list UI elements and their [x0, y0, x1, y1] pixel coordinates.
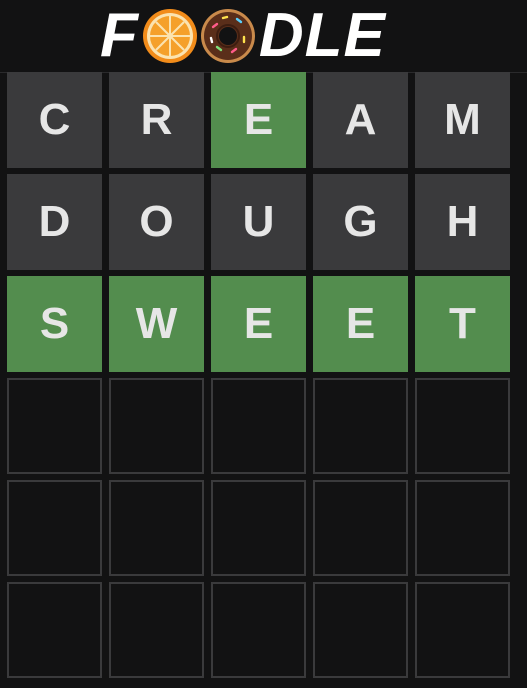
foodle-app: F DLE C R E A M D O U G H S W E E T — [0, 0, 527, 688]
board-row: CREAM — [7, 72, 515, 168]
tile-correct: E — [211, 276, 306, 372]
tile-empty — [211, 480, 306, 576]
tile-absent: G — [313, 174, 408, 270]
tile-empty — [415, 582, 510, 678]
tile-empty — [415, 480, 510, 576]
tile-absent: C — [7, 72, 102, 168]
tile-empty — [7, 378, 102, 474]
tile-empty — [313, 378, 408, 474]
tile-empty — [211, 582, 306, 678]
logo-icons — [141, 7, 257, 65]
tile-absent: A — [313, 72, 408, 168]
board-row — [7, 378, 515, 474]
tile-empty — [415, 378, 510, 474]
tile-empty — [7, 480, 102, 576]
tile-correct: S — [7, 276, 102, 372]
tile-empty — [7, 582, 102, 678]
header: F DLE — [0, 0, 527, 73]
tile-correct: W — [109, 276, 204, 372]
tile-empty — [313, 480, 408, 576]
game-logo: F DLE — [100, 4, 386, 68]
tile-absent: D — [7, 174, 102, 270]
tile-absent: M — [415, 72, 510, 168]
board-row: SWEET — [7, 276, 515, 372]
logo-prefix: F — [100, 1, 139, 70]
tile-absent: U — [211, 174, 306, 270]
tile-empty — [211, 378, 306, 474]
board-row — [7, 480, 515, 576]
tile-empty — [109, 582, 204, 678]
tile-empty — [313, 582, 408, 678]
tile-empty — [109, 480, 204, 576]
tile-correct: E — [211, 72, 306, 168]
tile-empty — [109, 378, 204, 474]
tile-absent: H — [415, 174, 510, 270]
board-row — [7, 582, 515, 678]
donut-icon — [199, 7, 257, 65]
board-row: DOUGH — [7, 174, 515, 270]
orange-slice-icon — [141, 7, 199, 65]
tile-absent: O — [109, 174, 204, 270]
tile-correct: T — [415, 276, 510, 372]
tile-correct: E — [313, 276, 408, 372]
tile-absent: R — [109, 72, 204, 168]
game-board: CREAMDOUGHSWEET — [7, 72, 515, 684]
logo-suffix: DLE — [258, 1, 386, 70]
